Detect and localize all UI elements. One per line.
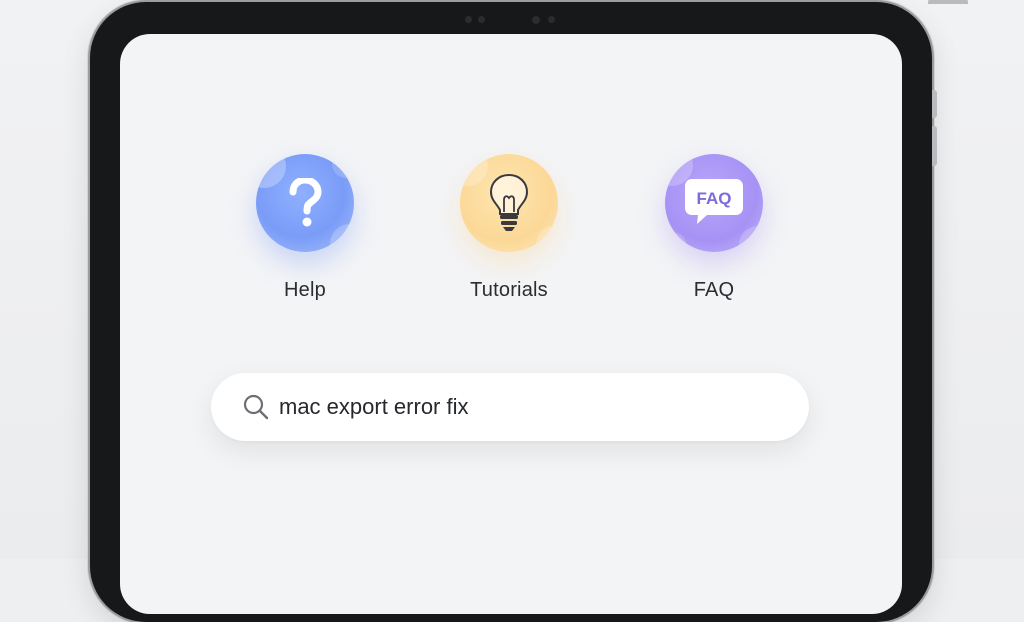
help-icon-circle [256,154,354,252]
faq-label: FAQ [693,279,735,301]
decor-blob [330,224,354,252]
top-button [928,0,968,4]
faq-chat-bubble-icon: FAQ [685,179,743,224]
camera-lens [532,16,540,24]
tutorials-label: Tutorials [470,279,548,301]
tutorials-shortcut[interactable]: Tutorials [439,154,579,302]
decor-blob [256,154,286,188]
camera-sensor [465,16,472,23]
search-bar[interactable] [211,373,809,441]
help-label: Help [284,279,326,301]
faq-icon-circle: FAQ [665,154,763,252]
camera-sensor [478,16,485,23]
decor-blob [460,154,488,186]
search-input[interactable] [279,394,779,420]
faq-badge-text: FAQ [697,189,732,208]
help-shortcut[interactable]: Help [235,154,375,302]
decor-blob [332,154,354,178]
tablet-device: Help Tutorials FAQ FAQ mac export error … [90,0,968,622]
tutorials-icon-circle [460,154,558,252]
lightbulb-icon [489,173,529,231]
question-icon [289,178,322,227]
faq-shortcut[interactable]: FAQ FAQ [644,154,784,302]
decor-blob [665,232,687,252]
camera-sensor [548,16,555,23]
search-icon[interactable] [242,393,270,421]
volume-down-button [932,126,937,166]
screen: Help Tutorials FAQ FAQ mac export error … [120,34,902,614]
volume-up-button [932,90,937,118]
decor-blob [739,226,763,252]
decor-blob [536,226,558,252]
